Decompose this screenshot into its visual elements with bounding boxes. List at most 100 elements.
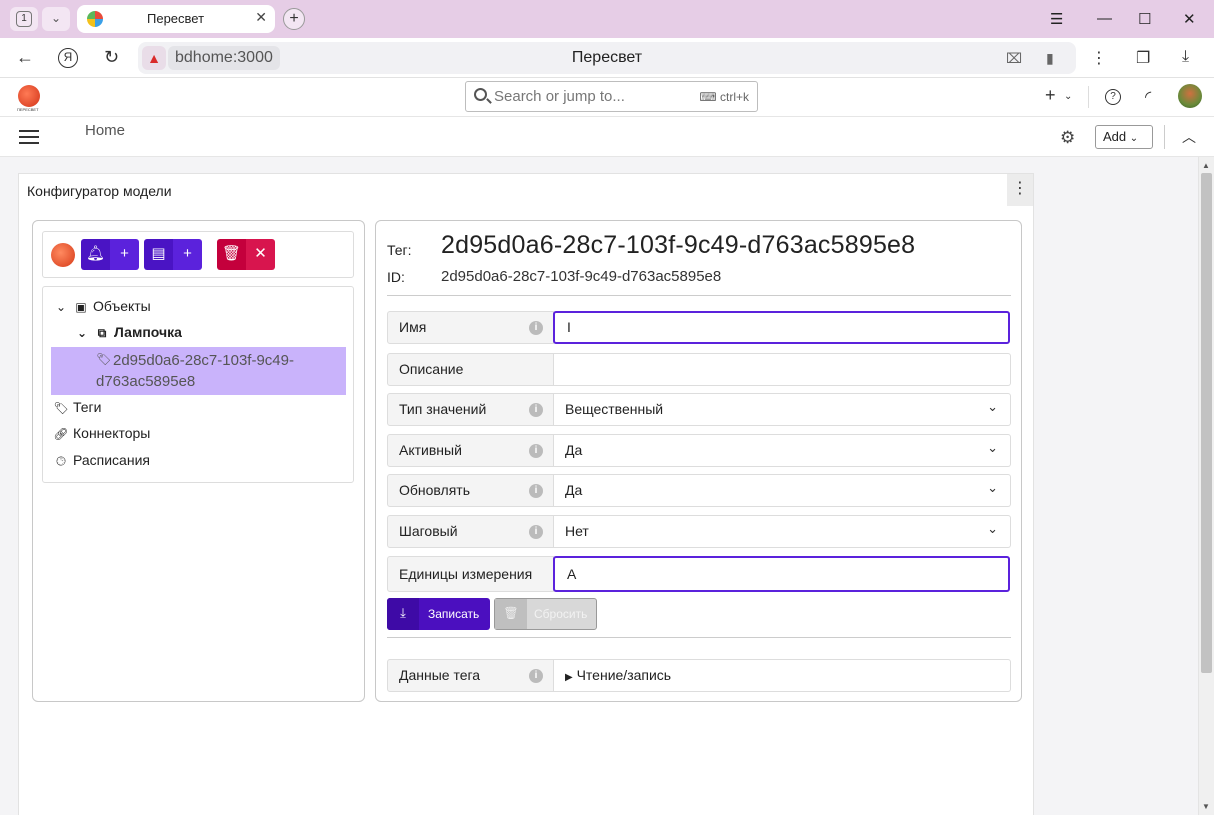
breadcrumb-home[interactable]: Home xyxy=(85,122,125,139)
id-value: 2d95d0a6-28c7-103f-9c49-d763ac5895e8 xyxy=(441,268,722,285)
new-tab-button[interactable]: + xyxy=(283,8,305,30)
avatar[interactable] xyxy=(1178,84,1202,108)
minimize-icon[interactable]: — xyxy=(1097,10,1112,27)
info-icon[interactable]: i xyxy=(529,525,543,539)
label-text: Тип значений xyxy=(399,401,487,417)
chevron-down-icon[interactable]: ⌄ xyxy=(53,300,69,314)
expander-label: Чтение/запись xyxy=(576,667,672,683)
collections-icon[interactable]: ❐ xyxy=(1136,48,1150,68)
app-header: ПЕРЕСВЕТ Search or jump to... ⌨ ctrl+k +… xyxy=(0,78,1214,117)
scroll-up-icon[interactable]: ▲ xyxy=(1202,161,1210,170)
tree-item-schedules[interactable]: 🕒︎ Расписания xyxy=(53,452,150,469)
maximize-icon[interactable]: ☐ xyxy=(1138,10,1151,28)
description-input[interactable] xyxy=(554,353,1011,386)
value-type-select[interactable]: Вещественный ⌄ xyxy=(554,393,1011,426)
add-alarm-button[interactable]: 🔔︎ + xyxy=(81,239,139,270)
field-label: Имя i xyxy=(387,311,554,344)
tree-item-selected-tag[interactable]: 🏷︎ 2d95d0a6-28c7-103f-9c49-d763ac5895e8 xyxy=(51,347,346,395)
plus-icon: + xyxy=(110,239,139,270)
field-update: Обновлять i Да ⌄ xyxy=(387,474,1011,507)
chevron-down-icon[interactable]: ⌄ xyxy=(74,326,90,340)
close-window-icon[interactable]: ✕ xyxy=(1183,10,1196,28)
id-label: ID: xyxy=(387,269,405,285)
breadcrumb-bar: Home ⚙ Add ⌄ ︿ xyxy=(0,117,1214,157)
field-label: Данные тега i xyxy=(387,659,554,692)
panel-menu-icon[interactable]: ⋮ xyxy=(1007,174,1033,206)
tree-item-lamp[interactable]: ⌄ ⧉ Лампочка xyxy=(74,324,182,341)
active-select[interactable]: Да ⌄ xyxy=(554,434,1011,467)
rss-icon[interactable]: ◜ xyxy=(1145,87,1151,107)
field-name: Имя i I xyxy=(387,311,1011,344)
app-logo[interactable] xyxy=(18,85,40,107)
yandex-icon[interactable]: Я xyxy=(58,48,78,68)
tree-label: Объекты xyxy=(93,298,151,314)
tab-counter[interactable]: 1 xyxy=(10,7,38,31)
download-icon: ⤓ xyxy=(387,598,419,630)
field-label: Шаговый i xyxy=(387,515,554,548)
help-icon[interactable]: ? xyxy=(1105,89,1121,105)
reload-icon[interactable]: ↻ xyxy=(104,47,119,68)
favicon-icon xyxy=(87,11,103,27)
tree-item-tags[interactable]: 🏷︎ Теги xyxy=(53,399,101,415)
scroll-thumb[interactable] xyxy=(1201,173,1212,673)
divider xyxy=(1164,125,1165,149)
field-label: Тип значений i xyxy=(387,393,554,426)
gear-icon[interactable]: ⚙ xyxy=(1060,128,1075,148)
keyboard-shortcut: ⌨ ctrl+k xyxy=(699,90,749,104)
plus-icon: + xyxy=(173,239,202,270)
tree-item-connectors[interactable]: 🔗︎ Коннекторы xyxy=(53,425,150,441)
tab-list-chevron-icon[interactable]: ⌄ xyxy=(42,7,70,31)
select-value: Да xyxy=(565,442,583,458)
tree-label: Лампочка xyxy=(114,324,182,340)
field-units: Единицы измерения А xyxy=(387,556,1011,592)
translate-icon[interactable]: ⌧ xyxy=(1006,50,1022,67)
name-input[interactable]: I xyxy=(553,311,1010,344)
divider xyxy=(387,295,1011,296)
info-icon[interactable]: i xyxy=(529,321,543,335)
save-button[interactable]: ⤓ Записать xyxy=(387,598,490,630)
tags-icon: 🏷︎ xyxy=(53,401,69,415)
delete-button[interactable]: 🗑︎ ✕ xyxy=(217,239,275,270)
info-icon[interactable]: i xyxy=(529,484,543,498)
tab-close-icon[interactable]: ✕ xyxy=(255,9,267,26)
browser-tab[interactable]: Пересвет ✕ xyxy=(77,5,275,33)
scroll-down-icon[interactable]: ▼ xyxy=(1202,802,1210,811)
tree-label: Коннекторы xyxy=(73,425,151,441)
more-vertical-icon[interactable]: ⋮ xyxy=(1091,48,1107,68)
label-text: Единицы измерения xyxy=(399,566,533,582)
search-input[interactable]: Search or jump to... ⌨ ctrl+k xyxy=(465,81,758,112)
divider xyxy=(1088,86,1089,108)
add-button[interactable]: Add ⌄ xyxy=(1095,125,1153,149)
chevron-down-icon: ⌄ xyxy=(987,480,998,495)
chevron-up-icon[interactable]: ︿ xyxy=(1182,127,1196,147)
tab-title: Пересвет xyxy=(147,11,205,26)
update-select[interactable]: Да ⌄ xyxy=(554,474,1011,507)
stepped-select[interactable]: Нет ⌄ xyxy=(554,515,1011,548)
bookmark-icon[interactable]: ▮ xyxy=(1046,50,1054,67)
download-icon[interactable]: ⤓ xyxy=(1182,48,1189,66)
url-field[interactable]: ▲ bdhome:3000 Пересвет ⌧ ▮ xyxy=(138,42,1076,74)
field-label: Единицы измерения xyxy=(387,556,554,592)
plus-icon[interactable]: + xyxy=(1045,85,1056,106)
chevron-down-icon[interactable]: ⌄ xyxy=(1064,91,1072,102)
info-icon[interactable]: i xyxy=(529,669,543,683)
reset-button[interactable]: 🗑︎ Сбросить xyxy=(494,598,597,630)
page-title: Пересвет xyxy=(571,49,643,66)
close-icon: ✕ xyxy=(246,239,275,270)
file-icon: ▤ xyxy=(144,239,173,270)
field-label: Активный i xyxy=(387,434,554,467)
menu-icon[interactable] xyxy=(19,130,39,144)
chevron-down-icon: ⌄ xyxy=(987,521,998,536)
tag-data-expander[interactable]: ▶ Чтение/запись xyxy=(554,659,1011,692)
units-input[interactable]: А xyxy=(553,556,1010,592)
browser-menu-icon[interactable]: ☰ xyxy=(1050,10,1063,28)
tag-label: Тег: xyxy=(387,242,412,258)
model-tree-panel: 🔔︎ + ▤ + 🗑︎ ✕ ⌄ ▣ Объекты ⌄ ⧉ Лампочка 🏷︎ 2d95d… xyxy=(32,220,365,702)
back-icon[interactable]: ← xyxy=(16,47,34,68)
info-icon[interactable]: i xyxy=(529,403,543,417)
info-icon[interactable]: i xyxy=(529,444,543,458)
scrollbar[interactable]: ▲ ▼ xyxy=(1198,157,1214,815)
add-file-button[interactable]: ▤ + xyxy=(144,239,202,270)
tree-item-objects[interactable]: ⌄ ▣ Объекты xyxy=(53,298,151,314)
browser-tab-bar: 1 ⌄ Пересвет ✕ + ☰ — ☐ ✕ xyxy=(0,0,1214,38)
